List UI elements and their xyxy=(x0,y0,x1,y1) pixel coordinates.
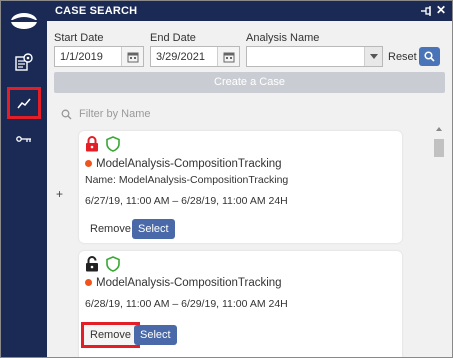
window-title: CASE SEARCH xyxy=(55,5,138,17)
remove-button[interactable]: Remove xyxy=(81,322,140,348)
start-date-label: Start Date xyxy=(54,32,104,44)
pin-icon[interactable] xyxy=(420,5,432,17)
search-button[interactable] xyxy=(419,47,440,66)
card-status-icons xyxy=(85,256,124,272)
status-dot xyxy=(85,160,92,167)
case-title: ModelAnalysis-CompositionTracking xyxy=(85,277,282,289)
end-date-field[interactable]: 3/29/2021 xyxy=(150,46,240,67)
case-search-panel: Start Date 1/1/2019 End Date 3/29/2021 A… xyxy=(47,21,452,357)
start-date-value: 1/1/2019 xyxy=(60,51,103,63)
select-button[interactable]: Select xyxy=(134,325,177,345)
start-date-field[interactable]: 1/1/2019 xyxy=(54,46,144,67)
filter-placeholder: Filter by Name xyxy=(79,108,151,120)
case-name-line: Name: ModelAnalysis-CompositionTracking xyxy=(85,174,289,186)
search-icon xyxy=(424,51,435,62)
scroll-up-arrow[interactable] xyxy=(436,127,442,131)
analysis-name-label: Analysis Name xyxy=(246,32,320,44)
calendar-icon[interactable] xyxy=(121,47,143,66)
case-search-window: CASE SEARCH ✕ Start Date 1/1/2019 End Da… xyxy=(0,0,453,358)
document-settings-icon[interactable] xyxy=(10,49,38,75)
status-dot xyxy=(85,279,92,286)
trend-chart-icon[interactable] xyxy=(7,87,41,119)
card-status-icons xyxy=(85,136,124,152)
scrollbar-thumb[interactable] xyxy=(434,139,444,157)
reset-button[interactable]: Reset xyxy=(388,51,417,63)
window-header: CASE SEARCH ✕ xyxy=(47,1,452,21)
expand-plus-icon[interactable]: + xyxy=(56,187,63,201)
lock-icon xyxy=(85,136,99,155)
unlock-icon xyxy=(85,256,99,275)
remove-button[interactable]: Remove xyxy=(84,219,137,239)
calendar-icon[interactable] xyxy=(217,47,239,66)
select-button[interactable]: Select xyxy=(132,219,175,239)
case-card: ModelAnalysis-CompositionTracking 6/28/1… xyxy=(79,251,402,357)
left-nav-rail xyxy=(1,1,47,357)
shield-icon xyxy=(106,256,120,275)
key-icon[interactable] xyxy=(10,126,38,152)
shield-icon xyxy=(106,136,120,155)
case-time-range: 6/28/19, 11:00 AM – 6/29/19, 11:00 AM 24… xyxy=(85,298,288,310)
case-time-range: 6/27/19, 11:00 AM – 6/28/19, 11:00 AM 24… xyxy=(85,195,288,207)
chevron-down-icon[interactable] xyxy=(364,47,382,66)
search-icon xyxy=(61,109,72,120)
logo-icon[interactable] xyxy=(10,11,38,31)
close-icon[interactable]: ✕ xyxy=(436,4,446,16)
case-title: ModelAnalysis-CompositionTracking xyxy=(85,158,282,170)
analysis-name-select[interactable] xyxy=(246,46,383,67)
filter-input[interactable]: Filter by Name xyxy=(61,107,361,123)
end-date-label: End Date xyxy=(150,32,196,44)
case-card: ModelAnalysis-CompositionTracking Name: … xyxy=(79,131,402,243)
end-date-value: 3/29/2021 xyxy=(156,51,205,63)
create-case-button[interactable]: Create a Case xyxy=(54,72,445,93)
